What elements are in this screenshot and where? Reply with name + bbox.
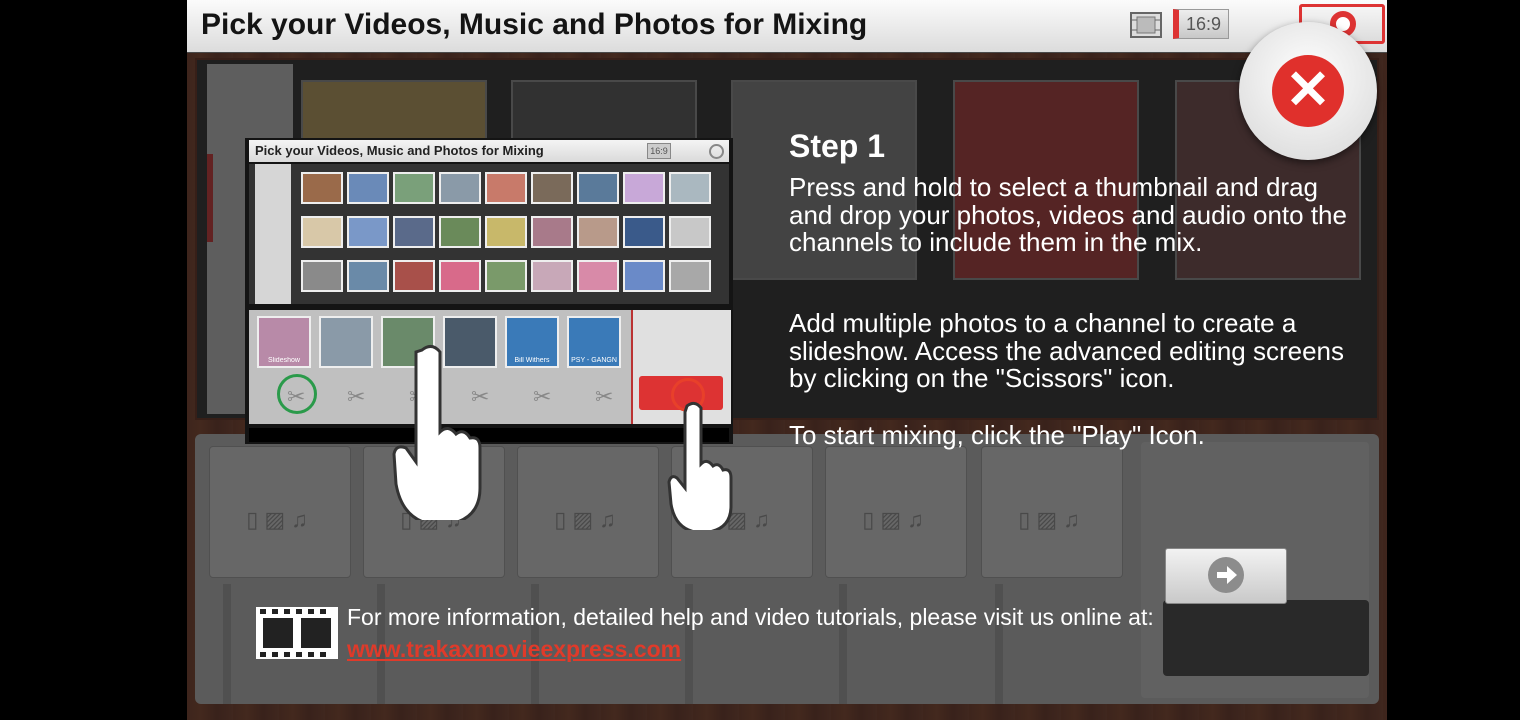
photo-thumbnail — [623, 216, 665, 248]
scissors-icon: ✂ — [533, 384, 552, 409]
tutorial-channel: Slideshow — [257, 316, 311, 368]
step-instructions: Press and hold to select a thumbnail and… — [789, 172, 1347, 257]
channel-label: Slideshow — [268, 357, 300, 364]
channel-label: PSY - GANGN — [571, 357, 617, 364]
step-instructions: Add multiple photos to a channel to crea… — [789, 308, 1345, 393]
tutorial-title-bar: Pick your Videos, Music and Photos for M… — [249, 140, 729, 162]
photo-thumbnail — [439, 260, 481, 292]
tutorial-title: Pick your Videos, Music and Photos for M… — [255, 143, 544, 158]
page-title: Pick your Videos, Music and Photos for M… — [201, 8, 868, 41]
photo-thumbnail — [531, 216, 573, 248]
photo-thumbnail — [393, 216, 435, 248]
footer-info-text: For more information, detailed help and … — [347, 604, 1154, 630]
photo-thumbnail — [393, 172, 435, 204]
photo-thumbnail — [485, 172, 527, 204]
photo-thumbnail — [347, 172, 389, 204]
channel-label: Bill Withers — [514, 357, 550, 364]
photo-thumbnail — [577, 172, 619, 204]
title-bar: Pick your Videos, Music and Photos for M… — [187, 0, 1387, 53]
film-strip-icon — [256, 607, 338, 659]
photo-thumbnail — [439, 216, 481, 248]
app-window: Pick your Videos, Music and Photos for M… — [187, 0, 1387, 720]
gear-icon — [709, 144, 724, 159]
pointing-hand-icon — [392, 345, 482, 520]
photo-thumbnail — [347, 260, 389, 292]
tutorial-channels: Slideshow Bill Withers PSY - GANGN ✂ ✂ ✂… — [249, 310, 731, 424]
photo-thumbnail — [669, 172, 711, 204]
photo-thumbnail — [669, 216, 711, 248]
arrow-right-icon — [1208, 557, 1244, 593]
tutorial-channel: Bill Withers — [505, 316, 559, 368]
close-icon: ✕ — [1272, 55, 1344, 127]
tutorial-media-grid — [249, 164, 729, 304]
photo-thumbnail — [531, 172, 573, 204]
photo-thumbnail — [623, 172, 665, 204]
photo-thumbnail — [347, 216, 389, 248]
photo-thumbnail — [301, 216, 343, 248]
photo-thumbnail — [393, 260, 435, 292]
close-button[interactable]: ✕ — [1239, 22, 1377, 160]
photo-thumbnail — [485, 260, 527, 292]
tutorial-sidebar — [255, 164, 291, 304]
pointing-hand-icon — [667, 401, 733, 530]
scissors-icon: ✂ — [595, 384, 614, 409]
film-frame-icon[interactable] — [1129, 8, 1163, 42]
photo-thumbnail — [577, 216, 619, 248]
website-link[interactable]: www.trakaxmovieexpress.com — [347, 636, 681, 663]
tutorial-illustration: Pick your Videos, Music and Photos for M… — [245, 138, 733, 444]
photo-thumbnail — [623, 260, 665, 292]
photo-thumbnail — [577, 260, 619, 292]
step-instructions: To start mixing, click the "Play" Icon. — [789, 420, 1205, 450]
android-nav-bar — [249, 428, 729, 442]
photo-thumbnail — [301, 260, 343, 292]
photo-thumbnail — [439, 172, 481, 204]
aspect-ratio-button[interactable]: 16:9 — [1173, 9, 1229, 39]
photo-thumbnail — [531, 260, 573, 292]
tutorial-channel — [319, 316, 373, 368]
next-step-button[interactable] — [1165, 548, 1287, 604]
tutorial-aspect-badge: 16:9 — [647, 143, 671, 159]
photo-thumbnail — [669, 260, 711, 292]
photo-thumbnail — [301, 172, 343, 204]
tutorial-channel: PSY - GANGN — [567, 316, 621, 368]
scissors-highlight — [277, 374, 317, 414]
photo-thumbnail — [485, 216, 527, 248]
step-heading: Step 1 — [789, 128, 886, 164]
scissors-icon: ✂ — [347, 384, 366, 409]
